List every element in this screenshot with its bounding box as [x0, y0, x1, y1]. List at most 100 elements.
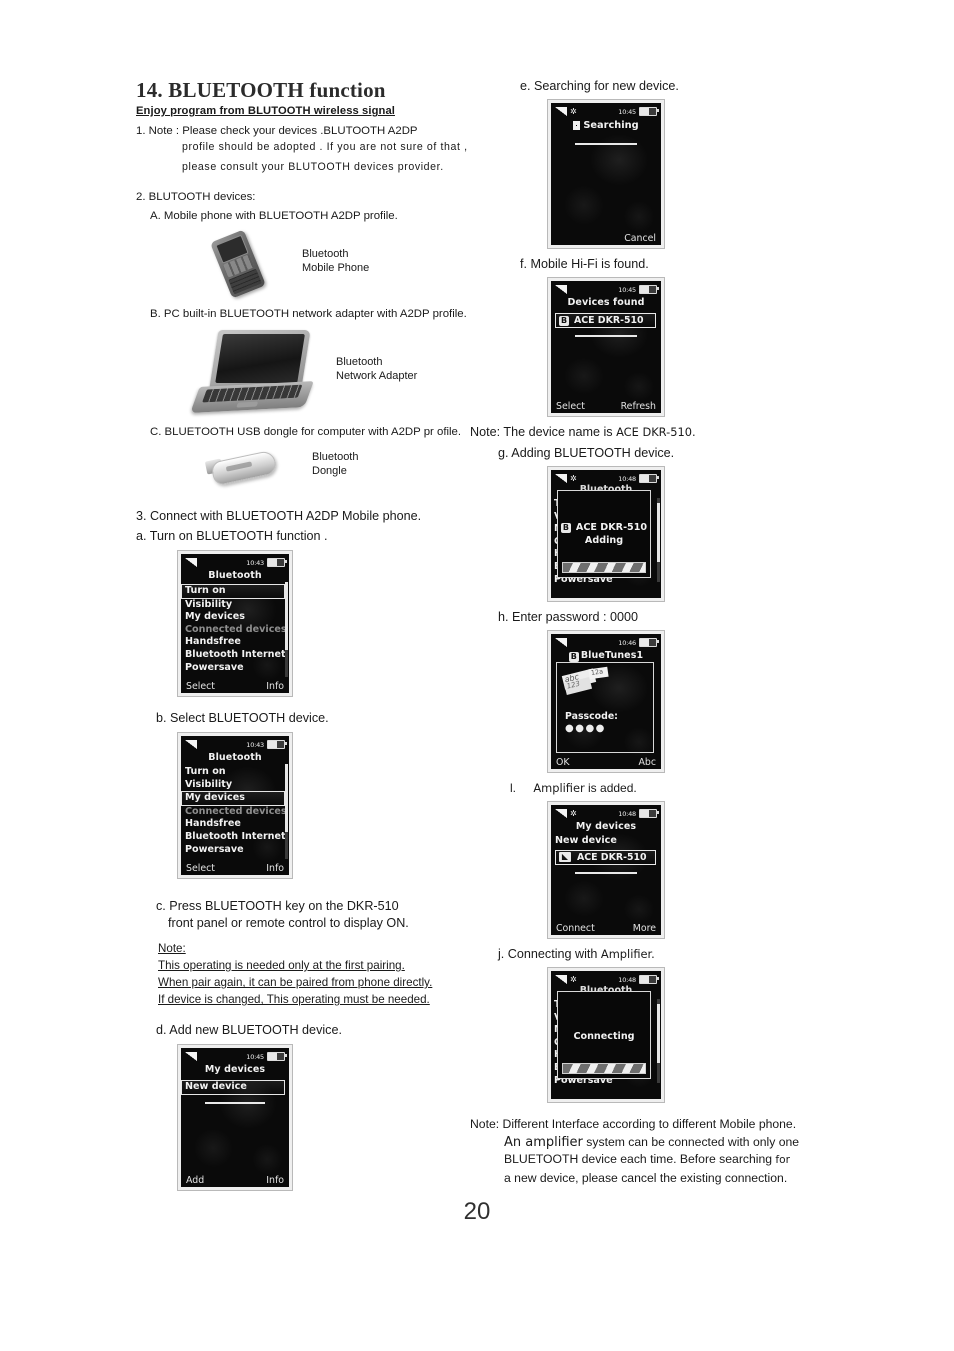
menu-item-turn-on[interactable]: Turn on [181, 584, 285, 599]
device-name: ACE DKR-510 [574, 315, 644, 326]
laptop-illustration [190, 330, 314, 416]
menu-item-my-devices[interactable]: My devices [181, 611, 289, 624]
menu-item-bluetooth-internet[interactable]: Bluetooth Internet [181, 831, 289, 844]
screenshot-devices-found: 10:45 Devices found B ACE DKR-510 Select… [548, 278, 664, 416]
menu-item-handsfree[interactable]: Handsfree [181, 818, 289, 831]
note-line-1: This operating is needed only at the fir… [158, 959, 405, 972]
menu-item-visibility[interactable]: Visibility [181, 599, 289, 612]
battery-icon [639, 107, 659, 116]
menu-item-powersave[interactable]: Powersave [181, 844, 289, 857]
menu-item-bluetooth-internet[interactable]: Bluetooth Internet [181, 649, 289, 662]
battery-icon [639, 809, 659, 818]
dialog-status: Connecting [573, 1030, 635, 1042]
softkey-bar: Connect More [551, 923, 661, 934]
device-a-text: A. Mobile phone with BLUETOOTH A2DP prof… [150, 210, 398, 222]
step-i-emph: Amplifier [533, 781, 585, 795]
status-bar: ✲ 10:48 [551, 971, 661, 986]
signal-icon [185, 1052, 197, 1061]
note1-line1: 1. Note : Please check your devices .BLU… [136, 125, 418, 137]
connecting-dialog: Connecting [557, 991, 651, 1079]
step-g: g. Adding BLUETOOTH device. [498, 446, 675, 460]
step-e: e. Searching for new device. [520, 79, 679, 93]
softkey-select[interactable]: Select [556, 401, 585, 412]
list-item-new-device[interactable]: New device [181, 1080, 285, 1095]
paired-device-item[interactable]: ◣ ACE DKR-510 [555, 849, 656, 865]
status-clock: 10:48 [618, 809, 636, 818]
menu-item-handsfree[interactable]: Handsfree [181, 636, 289, 649]
signal-icon [555, 809, 567, 818]
searching-title-row: Searching [551, 118, 661, 131]
note-device-name-prefix: Note: The device name is [470, 425, 613, 439]
right-column: e. Searching for new device. ✲ 10:45 Sea… [470, 78, 870, 1187]
softkey-connect[interactable]: Connect [556, 923, 595, 934]
screen-title: BlueTunes1 [580, 650, 644, 661]
left-column: 14. BLUETOOTH function Enjoy program fro… [136, 78, 486, 1190]
scrollbar[interactable] [285, 582, 288, 677]
status-clock: 10:45 [618, 285, 636, 294]
list-item-new-device[interactable]: New device [551, 835, 661, 848]
softkey-cancel[interactable]: Cancel [624, 233, 656, 244]
softkey-add[interactable]: Add [186, 1175, 204, 1186]
status-clock: 10:48 [618, 975, 636, 984]
note-line-3: If device is changed, This operating mus… [158, 993, 430, 1006]
battery-icon [267, 558, 287, 567]
devices-heading: 2. BLUTOOTH devices: [136, 191, 256, 203]
scrollbar[interactable] [285, 764, 288, 859]
screenshot-connecting: ✲ 10:48 Bluetooth T V M C H B Powersave … [548, 968, 664, 1102]
signal-icon [555, 975, 567, 984]
scrollbar[interactable] [657, 999, 660, 1083]
list-divider [204, 1101, 266, 1104]
bluetooth-icon: ✲ [570, 106, 577, 116]
progress-bar [562, 562, 646, 573]
signal-icon [555, 638, 567, 647]
step-j-emph: Amplifier. [600, 947, 655, 961]
menu-item-turn-on[interactable]: Turn on [181, 766, 289, 779]
softkey-info[interactable]: Info [266, 863, 284, 874]
battery-icon [639, 285, 659, 294]
list-divider [575, 335, 637, 337]
softkey-select[interactable]: Select [186, 863, 215, 874]
device-list-item[interactable]: B ACE DKR-510 [555, 313, 656, 328]
passcode-input[interactable]: ●●●● [565, 723, 606, 734]
final-note-line-3-tail: for [775, 1154, 790, 1166]
softkey-info[interactable]: Info [266, 1175, 284, 1186]
status-bar: 10:43 [181, 554, 289, 569]
softkey-bar: Select Info [181, 681, 289, 692]
device-c-caption: Bluetooth Dongle [312, 451, 359, 477]
note-device-name-value: ACE DKR-510. [616, 425, 696, 439]
screenshot-bluetooth-menu-mydevices: 10:43 Bluetooth Turn on Visibility My de… [178, 733, 292, 878]
step-j-marker: j. [498, 947, 505, 961]
softkey-info[interactable]: Info [266, 681, 284, 692]
passcode-label: Passcode: [565, 711, 618, 722]
passcode-frame: abc 123 12a Passcode: ●●●● [556, 662, 654, 753]
progress-divider [575, 143, 637, 145]
softkey-select[interactable]: Select [186, 681, 215, 692]
dialog-status: Adding [584, 535, 624, 546]
scrollbar[interactable] [657, 498, 660, 582]
final-note-line-3-main: BLUETOOTH device each time. Before searc… [504, 1152, 773, 1166]
menu-item-my-devices[interactable]: My devices [181, 791, 285, 806]
signal-icon [555, 107, 567, 116]
dialog-device-name: ACE DKR-510 [575, 522, 648, 533]
final-note-line-4: a new device, please cancel the existing… [504, 1170, 788, 1185]
softkey-ok[interactable]: OK [556, 757, 570, 768]
bluetooth-badge-icon: B [560, 522, 571, 533]
device-c-text: C. BLUETOOTH USB dongle for computer wit… [150, 426, 462, 438]
device-name: ACE DKR-510 [577, 851, 647, 863]
final-note-line-3: BLUETOOTH device each time. Before searc… [470, 1151, 870, 1170]
step-h: h. Enter password : 0000 [498, 610, 639, 624]
softkey-more[interactable]: More [633, 923, 656, 934]
screenshot-bluetooth-menu-turnon: 10:43 Bluetooth Turn on Visibility My de… [178, 551, 292, 696]
softkey-abc[interactable]: Abc [638, 757, 656, 768]
screen-title: My devices [575, 821, 637, 832]
final-note-line-2: An amplifier system can be connected wit… [470, 1134, 870, 1152]
device-b-text: B. PC built-in BLUETOOTH network adapter… [150, 308, 467, 320]
device-a-caption: Bluetooth Mobile Phone [302, 248, 370, 274]
speaker-icon: ◣ [559, 852, 571, 863]
softkey-bar: Cancel [551, 233, 661, 244]
menu-item-visibility[interactable]: Visibility [181, 779, 289, 792]
menu-item-powersave[interactable]: Powersave [181, 662, 289, 675]
softkey-refresh[interactable]: Refresh [621, 401, 656, 412]
signal-icon [185, 558, 197, 567]
ime-12a: 12a [588, 666, 609, 680]
